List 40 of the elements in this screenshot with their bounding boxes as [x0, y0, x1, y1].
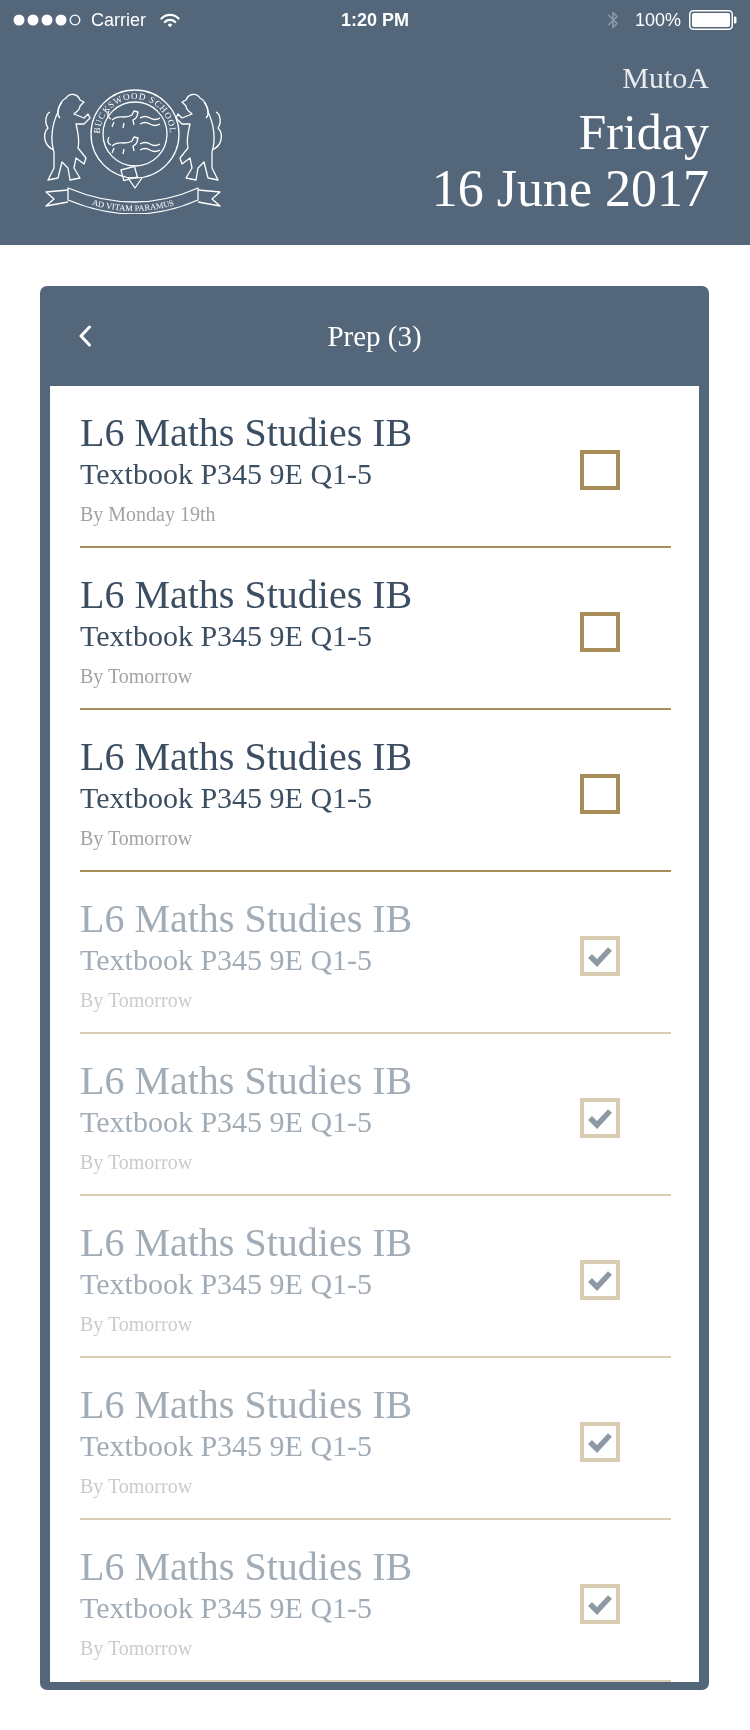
subject-title: L6 Maths Studies IB — [80, 1383, 414, 1427]
subject-title: L6 Maths Studies IB — [80, 1221, 414, 1265]
task-text: Textbook P345 9E Q1-5 — [80, 780, 374, 816]
task-text: Textbook P345 9E Q1-5 — [80, 1266, 374, 1302]
battery-icon — [689, 10, 737, 30]
subject-title: L6 Maths Studies IB — [80, 1059, 414, 1103]
date-text: 16 June 2017 — [431, 160, 709, 218]
due-date-text: By Tomorrow — [80, 664, 194, 690]
subject-title: L6 Maths Studies IB — [80, 411, 414, 455]
carrier-text: Carrier — [91, 9, 146, 31]
checkbox[interactable] — [580, 773, 620, 814]
subject-title: L6 Maths Studies IB — [80, 735, 414, 779]
task-text: Textbook P345 9E Q1-5 — [80, 1590, 374, 1626]
back-icon — [78, 325, 92, 347]
due-date-text: By Monday 19th — [80, 502, 217, 528]
checkbox[interactable] — [580, 935, 620, 976]
task-text: Textbook P345 9E Q1-5 — [80, 1428, 374, 1464]
signal-icon — [13, 14, 83, 26]
subject-title: L6 Maths Studies IB — [80, 897, 414, 941]
checkbox[interactable] — [580, 1583, 620, 1624]
task-text: Textbook P345 9E Q1-5 — [80, 942, 374, 978]
day-text: Friday — [578, 104, 709, 160]
battery-percent-text: 100% — [634, 9, 681, 31]
checkbox[interactable] — [580, 1259, 620, 1300]
task-text: Textbook P345 9E Q1-5 — [80, 456, 374, 492]
checkbox[interactable] — [580, 449, 620, 490]
bluetooth-icon — [606, 10, 619, 30]
task-text: Textbook P345 9E Q1-5 — [80, 618, 374, 654]
checkbox[interactable] — [580, 611, 620, 652]
checkbox[interactable] — [580, 1421, 620, 1462]
subject-title: L6 Maths Studies IB — [80, 1545, 414, 1589]
checkbox[interactable] — [580, 1097, 620, 1138]
time-text: 1:20 PM — [341, 9, 409, 31]
panel-title: Prep (3) — [327, 319, 422, 354]
crest-motto-text: AD VITAM PARAMUS — [91, 197, 175, 214]
due-date-text: By Tomorrow — [80, 826, 194, 852]
task-text: Textbook P345 9E Q1-5 — [80, 1104, 374, 1140]
user-name-text: MutoA — [622, 61, 709, 95]
wifi-icon — [160, 12, 180, 28]
subject-title: L6 Maths Studies IB — [80, 573, 414, 617]
